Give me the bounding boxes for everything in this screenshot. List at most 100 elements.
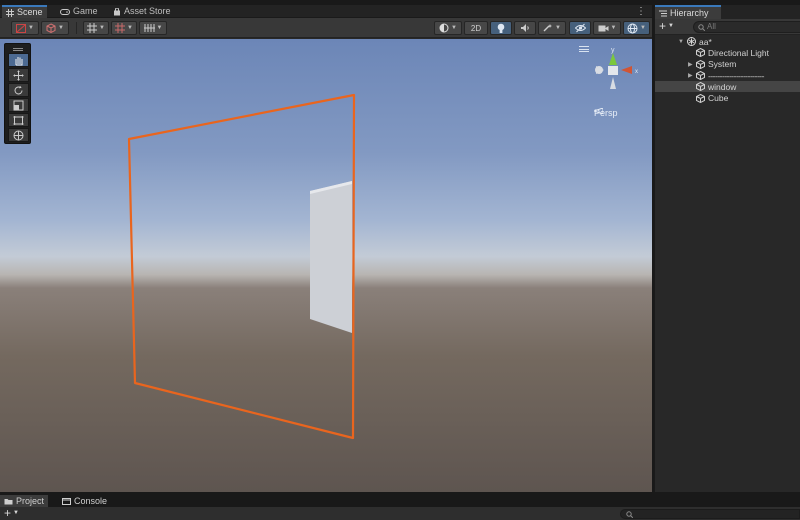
hierarchy-toolbar: + ▼ All — [655, 19, 800, 35]
folder-icon — [4, 498, 13, 504]
perspective-icon — [594, 108, 603, 114]
palette-grip-icon[interactable] — [8, 46, 27, 53]
chevron-down-icon: ▼ — [640, 25, 646, 31]
tab-hierarchy[interactable]: Hierarchy — [655, 5, 721, 19]
chevron-down-icon: ▼ — [58, 25, 64, 31]
console-icon — [62, 497, 71, 505]
scene-panel: Scene Game Asset Store ⋮ ▼ ▼ ▼ ▼ ▼ ▼ 2D … — [0, 5, 652, 492]
draw-mode-button[interactable]: ▼ — [11, 21, 39, 35]
gizmo-y-label: y — [611, 47, 615, 54]
gameobject-cube-icon — [696, 93, 705, 103]
grid-snap-icon — [87, 23, 98, 33]
toggle-2d-button[interactable]: 2D — [464, 21, 488, 35]
gameobject-cube-icon — [696, 71, 705, 81]
scene-geometry — [127, 93, 356, 440]
scene-root-label: aa* — [699, 36, 712, 47]
scene-tab-bar: Scene Game Asset Store ⋮ — [0, 5, 652, 18]
increment-snap-button[interactable]: ▼ — [139, 21, 167, 35]
viewport-overlay-menu-icon[interactable] — [579, 46, 589, 52]
gizmo-x-cone[interactable] — [621, 66, 632, 74]
unity-scene-icon — [687, 37, 696, 47]
plus-icon: + — [659, 19, 667, 33]
shaded-mode-button[interactable]: ▼ — [434, 21, 462, 35]
expand-arrow-icon[interactable]: ▼ — [678, 39, 684, 45]
camera-icon — [598, 25, 609, 31]
snap-increment-icon — [143, 24, 155, 32]
toggle-2d-label: 2D — [470, 23, 482, 33]
gizmo-neg-y-cone[interactable] — [610, 77, 616, 89]
grid-snapping-button[interactable]: ▼ — [83, 21, 109, 35]
hierarchy-item-label: window — [708, 81, 737, 92]
chevron-down-icon: ▼ — [127, 25, 133, 31]
hierarchy-item[interactable]: Directional Light — [655, 47, 800, 58]
audio-toggle-button[interactable] — [514, 21, 536, 35]
shading-mode-button[interactable]: ▼ — [41, 21, 69, 35]
hierarchy-item-selected[interactable]: window — [655, 81, 800, 93]
hierarchy-item-label: Directional Light — [708, 47, 769, 58]
expand-arrow-icon[interactable]: ▶ — [688, 61, 693, 68]
expand-arrow-icon[interactable]: ▶ — [688, 72, 693, 79]
hierarchy-item[interactable]: ▶ ------------------------ — [655, 70, 800, 81]
grid-icon — [115, 23, 126, 33]
create-object-button[interactable]: + ▼ — [659, 20, 674, 33]
gameobject-cube-icon — [696, 48, 705, 58]
tab-project-label: Project — [16, 496, 45, 506]
scene-viewport[interactable]: y x Persp — [0, 39, 652, 492]
transform-tool-button[interactable] — [8, 128, 29, 142]
tab-scene-label: Scene — [17, 7, 43, 17]
cube-object[interactable] — [310, 181, 352, 333]
plus-icon: + — [4, 506, 12, 520]
tab-scene[interactable]: Scene — [2, 5, 47, 18]
orientation-gizmo[interactable]: y x — [590, 43, 642, 99]
grid-visibility-button[interactable]: ▼ — [111, 21, 137, 35]
chevron-down-icon: ▼ — [555, 25, 561, 31]
speaker-icon — [521, 24, 529, 32]
effects-button[interactable]: ▼ — [538, 21, 566, 35]
gameobject-cube-icon — [696, 59, 705, 69]
tab-console[interactable]: Console — [58, 495, 111, 507]
eye-hidden-icon — [574, 23, 586, 33]
chevron-down-icon: ▼ — [13, 510, 19, 516]
tab-game-label: Game — [73, 6, 98, 16]
hierarchy-item-label: System — [708, 59, 737, 70]
project-search-input[interactable] — [620, 509, 800, 519]
gizmo-globe-icon — [627, 23, 638, 33]
projection-toggle[interactable]: Persp — [594, 108, 618, 118]
tab-console-label: Console — [74, 496, 108, 506]
tab-game[interactable]: Game — [56, 5, 102, 18]
project-toolbar: + ▼ — [0, 506, 800, 520]
scale-tool-button[interactable] — [8, 98, 29, 112]
hierarchy-item-label: Cube — [708, 93, 729, 104]
scene-visibility-button[interactable] — [569, 21, 591, 35]
lightbulb-icon — [497, 23, 505, 33]
search-icon — [698, 23, 705, 31]
chevron-down-icon: ▼ — [28, 25, 34, 31]
project-create-button[interactable]: + ▼ — [4, 506, 19, 520]
scene-kebab-menu-icon[interactable]: ⋮ — [636, 5, 646, 18]
gizmo-neg-x-cap — [595, 66, 603, 74]
lighting-toggle-button[interactable] — [490, 21, 512, 35]
hierarchy-search-input[interactable]: All — [693, 21, 800, 33]
move-tool-button[interactable] — [8, 68, 29, 82]
scale-icon — [13, 100, 24, 110]
hand-icon — [15, 56, 23, 65]
rotate-tool-button[interactable] — [8, 83, 29, 97]
rect-tool-button[interactable] — [8, 113, 29, 127]
hierarchy-item[interactable]: ▶ System — [655, 59, 800, 70]
gizmo-center-cube[interactable] — [608, 66, 618, 75]
cube-icon — [46, 23, 56, 33]
tab-asset-store[interactable]: Asset Store — [109, 5, 175, 18]
gizmo-x-label: x — [635, 69, 638, 75]
gizmo-y-cone[interactable] — [609, 53, 617, 65]
chevron-down-icon: ▼ — [451, 25, 457, 31]
scene-root-row[interactable]: ▼ aa* — [655, 36, 800, 47]
hand-tool-button[interactable] — [8, 53, 29, 67]
gizmos-button[interactable]: ▼ — [623, 21, 650, 35]
camera-settings-button[interactable]: ▼ — [593, 21, 621, 35]
tab-asset-store-label: Asset Store — [124, 6, 171, 16]
hierarchy-tree: ▼ aa* Directional Light ▶ System ▶ -----… — [655, 36, 800, 104]
gamepad-icon — [60, 8, 70, 15]
gameobject-cube-icon — [696, 82, 705, 92]
rotate-icon — [14, 85, 23, 94]
hierarchy-item[interactable]: Cube — [655, 92, 800, 103]
